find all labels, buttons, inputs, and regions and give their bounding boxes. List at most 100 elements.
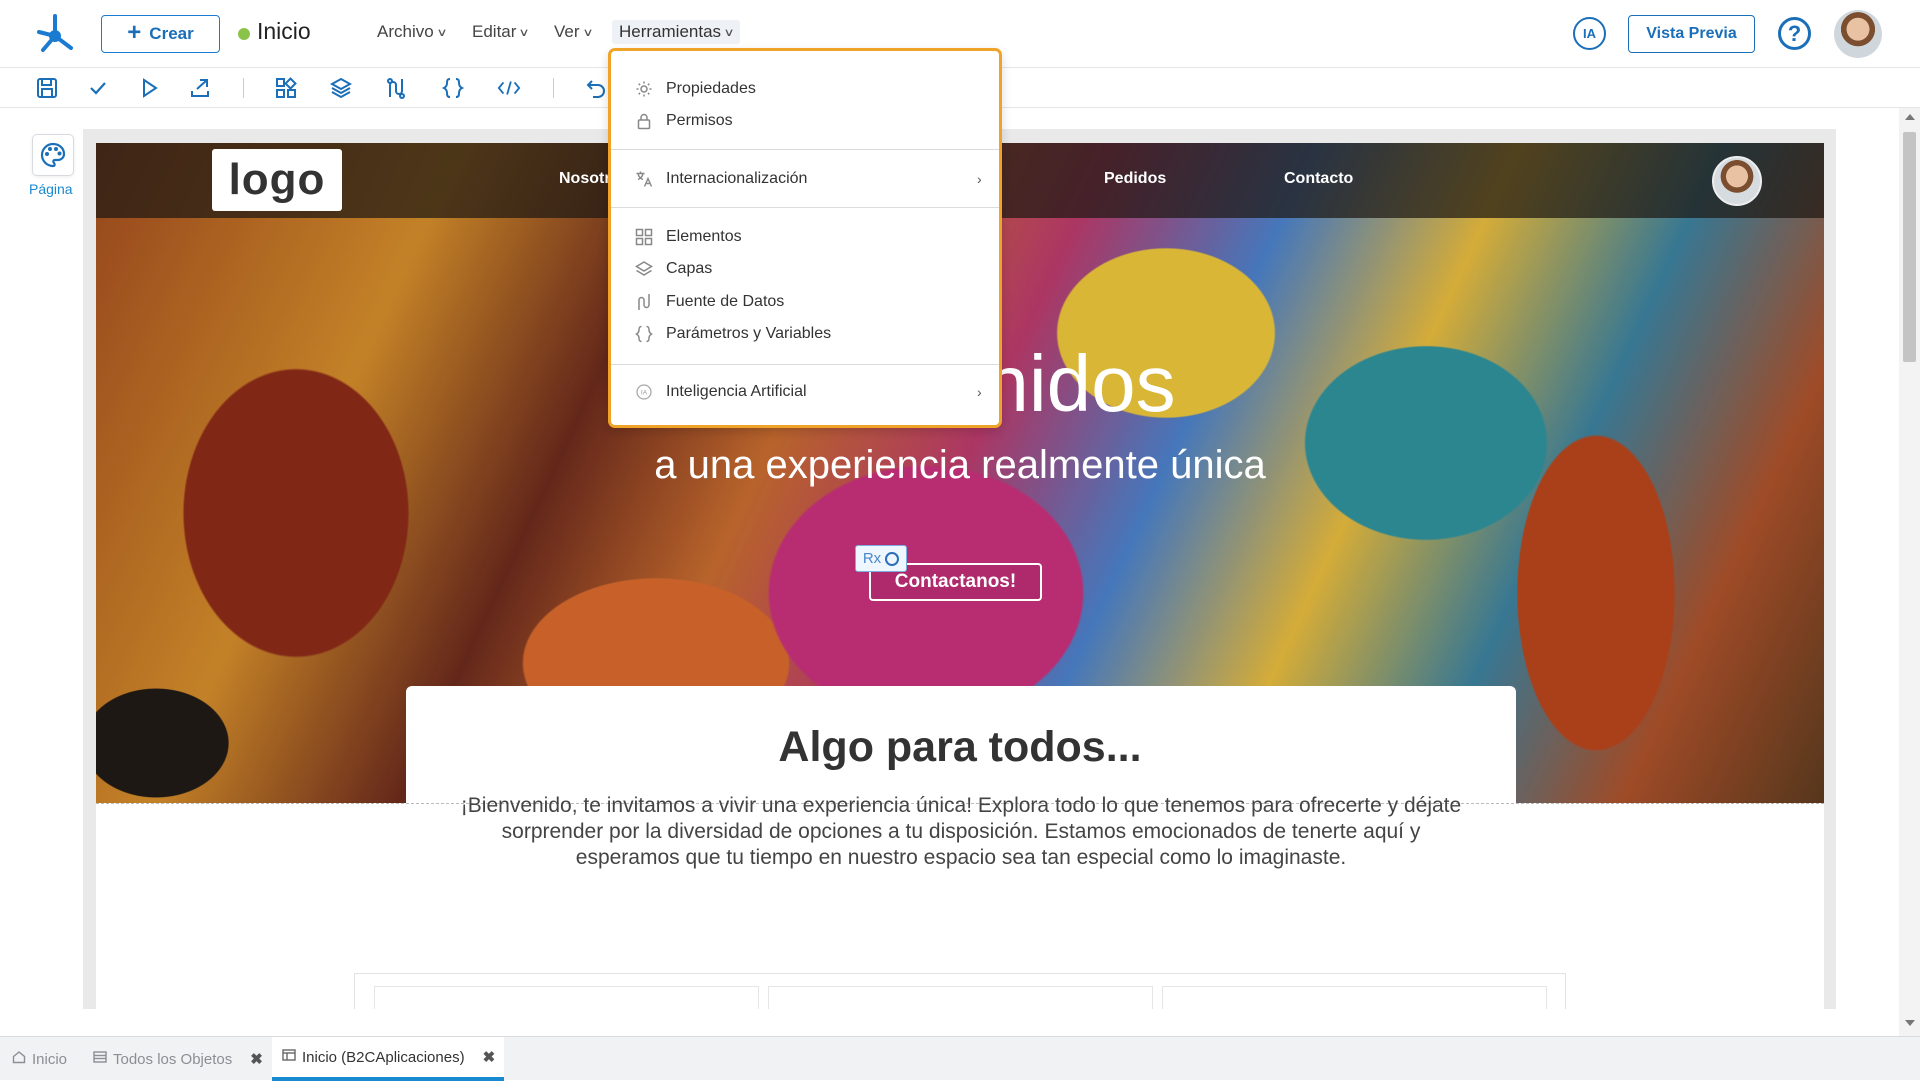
status-dot (238, 28, 250, 40)
menu-editar[interactable]: Editar ∨ (472, 22, 531, 42)
close-icon[interactable]: ✖ (483, 1048, 496, 1066)
tab-todos-los-objetos[interactable]: Todos los Objetos ✖ (93, 1037, 268, 1081)
tab-label: Todos los Objetos (113, 1050, 233, 1068)
chevron-right-icon: › (977, 171, 982, 187)
menu-divider (611, 149, 999, 150)
rx-label: Rx (862, 550, 882, 567)
scroll-down-icon[interactable] (1905, 1020, 1915, 1026)
bottom-tabbar: Inicio Todos los Objetos ✖ Inicio (B2CAp… (0, 1036, 1920, 1081)
layers-icon[interactable] (329, 76, 353, 100)
ai-icon: IA (635, 383, 653, 401)
menu-herramientas-label: Herramientas (619, 22, 722, 41)
menu-ver[interactable]: Ver ∨ (554, 22, 594, 42)
chevron-down-icon: ∨ (723, 26, 735, 39)
gear-icon (635, 80, 653, 98)
toolbar-divider (243, 78, 244, 98)
hero-subtitle[interactable]: a una experiencia realmente única (96, 443, 1824, 488)
site-logo[interactable]: logo (212, 149, 342, 211)
play-icon[interactable] (137, 76, 161, 100)
datasource-icon (635, 293, 653, 311)
card-placeholder[interactable] (374, 986, 759, 1009)
page-title: Inicio (257, 18, 311, 44)
tab-label: Inicio (32, 1050, 68, 1068)
tab-label: Inicio (B2CAplicaciones) (302, 1048, 465, 1066)
tab-inicio-b2c[interactable]: Inicio (B2CAplicaciones) ✖ (272, 1037, 504, 1081)
menu-item-label: Capas (666, 260, 713, 277)
chevron-down-icon: ∨ (518, 26, 531, 39)
menu-item-label: Elementos (666, 228, 742, 245)
menu-item-capas[interactable]: Capas (611, 254, 999, 284)
menu-item-propiedades[interactable]: Propiedades (611, 74, 999, 104)
page-properties-button[interactable] (32, 134, 74, 176)
create-button-label: Crear (149, 24, 194, 43)
menu-item-label: Internacionalización (666, 170, 808, 187)
section-text[interactable]: ¡Bienvenido, te invitamos a vivir una ex… (456, 793, 1466, 871)
page-properties-label: Página (29, 181, 73, 197)
menu-item-parametros-y-variables[interactable]: Parámetros y Variables (611, 319, 999, 349)
vertical-scrollbar[interactable] (1899, 108, 1920, 1036)
nav-link-pedidos[interactable]: Pedidos (1104, 170, 1166, 188)
menu-item-label: Permisos (666, 112, 733, 129)
elements-icon[interactable] (274, 76, 298, 100)
eye-icon (885, 551, 900, 566)
layers-icon (635, 260, 653, 278)
home-icon (12, 1050, 26, 1068)
app-logo-icon[interactable] (34, 12, 76, 54)
menu-divider (611, 207, 999, 208)
menu-item-label: Parámetros y Variables (666, 325, 832, 342)
list-icon (93, 1050, 107, 1068)
ia-button[interactable]: IA (1573, 17, 1606, 50)
plus-icon: + (127, 19, 142, 46)
menu-item-internacionalizacion[interactable]: Internacionalización › (611, 164, 999, 194)
preview-button-label: Vista Previa (1646, 25, 1737, 42)
translate-icon (635, 170, 653, 188)
help-label: ? (1787, 20, 1802, 46)
menu-item-label: Inteligencia Artificial (666, 383, 807, 400)
code-icon[interactable] (497, 76, 521, 100)
menu-ver-label: Ver (554, 22, 580, 41)
menu-editar-label: Editar (472, 22, 517, 41)
check-icon[interactable] (86, 76, 110, 100)
scroll-up-icon[interactable] (1905, 114, 1915, 120)
palette-icon (40, 142, 66, 168)
close-icon[interactable]: ✖ (250, 1050, 263, 1068)
page-icon (282, 1048, 296, 1066)
help-icon[interactable]: ? (1778, 17, 1811, 50)
menu-item-inteligencia-artificial[interactable]: IA Inteligencia Artificial › (611, 377, 999, 407)
nav-link-contacto[interactable]: Contacto (1284, 170, 1353, 188)
card-placeholder[interactable] (768, 986, 1153, 1009)
save-icon[interactable] (35, 76, 59, 100)
create-button[interactable]: + Crear (101, 15, 220, 53)
menu-archivo[interactable]: Archivo ∨ (377, 22, 448, 42)
rx-tag[interactable]: Rx (855, 545, 907, 572)
publish-icon[interactable] (188, 76, 212, 100)
user-avatar[interactable] (1834, 10, 1882, 58)
section-title[interactable]: Algo para todos... (96, 723, 1824, 772)
menu-item-label: Fuente de Datos (666, 293, 785, 310)
card-placeholder[interactable] (1162, 986, 1547, 1009)
menu-archivo-label: Archivo (377, 22, 434, 41)
grid-icon (635, 228, 653, 246)
site-avatar[interactable] (1712, 156, 1762, 206)
preview-button[interactable]: Vista Previa (1628, 15, 1755, 53)
chevron-down-icon: ∨ (581, 26, 594, 39)
menu-item-elementos[interactable]: Elementos (611, 222, 999, 252)
datasource-icon[interactable] (384, 76, 408, 100)
lock-icon (635, 112, 653, 130)
braces-icon[interactable] (441, 76, 465, 100)
herramientas-dropdown: Propiedades Permisos Internacionalizació… (608, 48, 1002, 428)
braces-icon (635, 325, 653, 343)
menu-herramientas[interactable]: Herramientas ∨ (612, 20, 741, 44)
svg-text:IA: IA (641, 390, 648, 397)
menu-item-permisos[interactable]: Permisos (611, 106, 999, 136)
menu-item-fuente-de-datos[interactable]: Fuente de Datos (611, 287, 999, 317)
tab-inicio[interactable]: Inicio (12, 1037, 82, 1081)
menu-divider (611, 364, 999, 365)
chevron-down-icon: ∨ (436, 26, 448, 39)
chevron-right-icon: › (977, 384, 982, 400)
toolbar-divider (553, 78, 554, 98)
scroll-thumb[interactable] (1903, 132, 1916, 362)
undo-icon[interactable] (584, 76, 608, 100)
menu-item-label: Propiedades (666, 80, 756, 97)
ia-label: IA (1583, 26, 1596, 41)
